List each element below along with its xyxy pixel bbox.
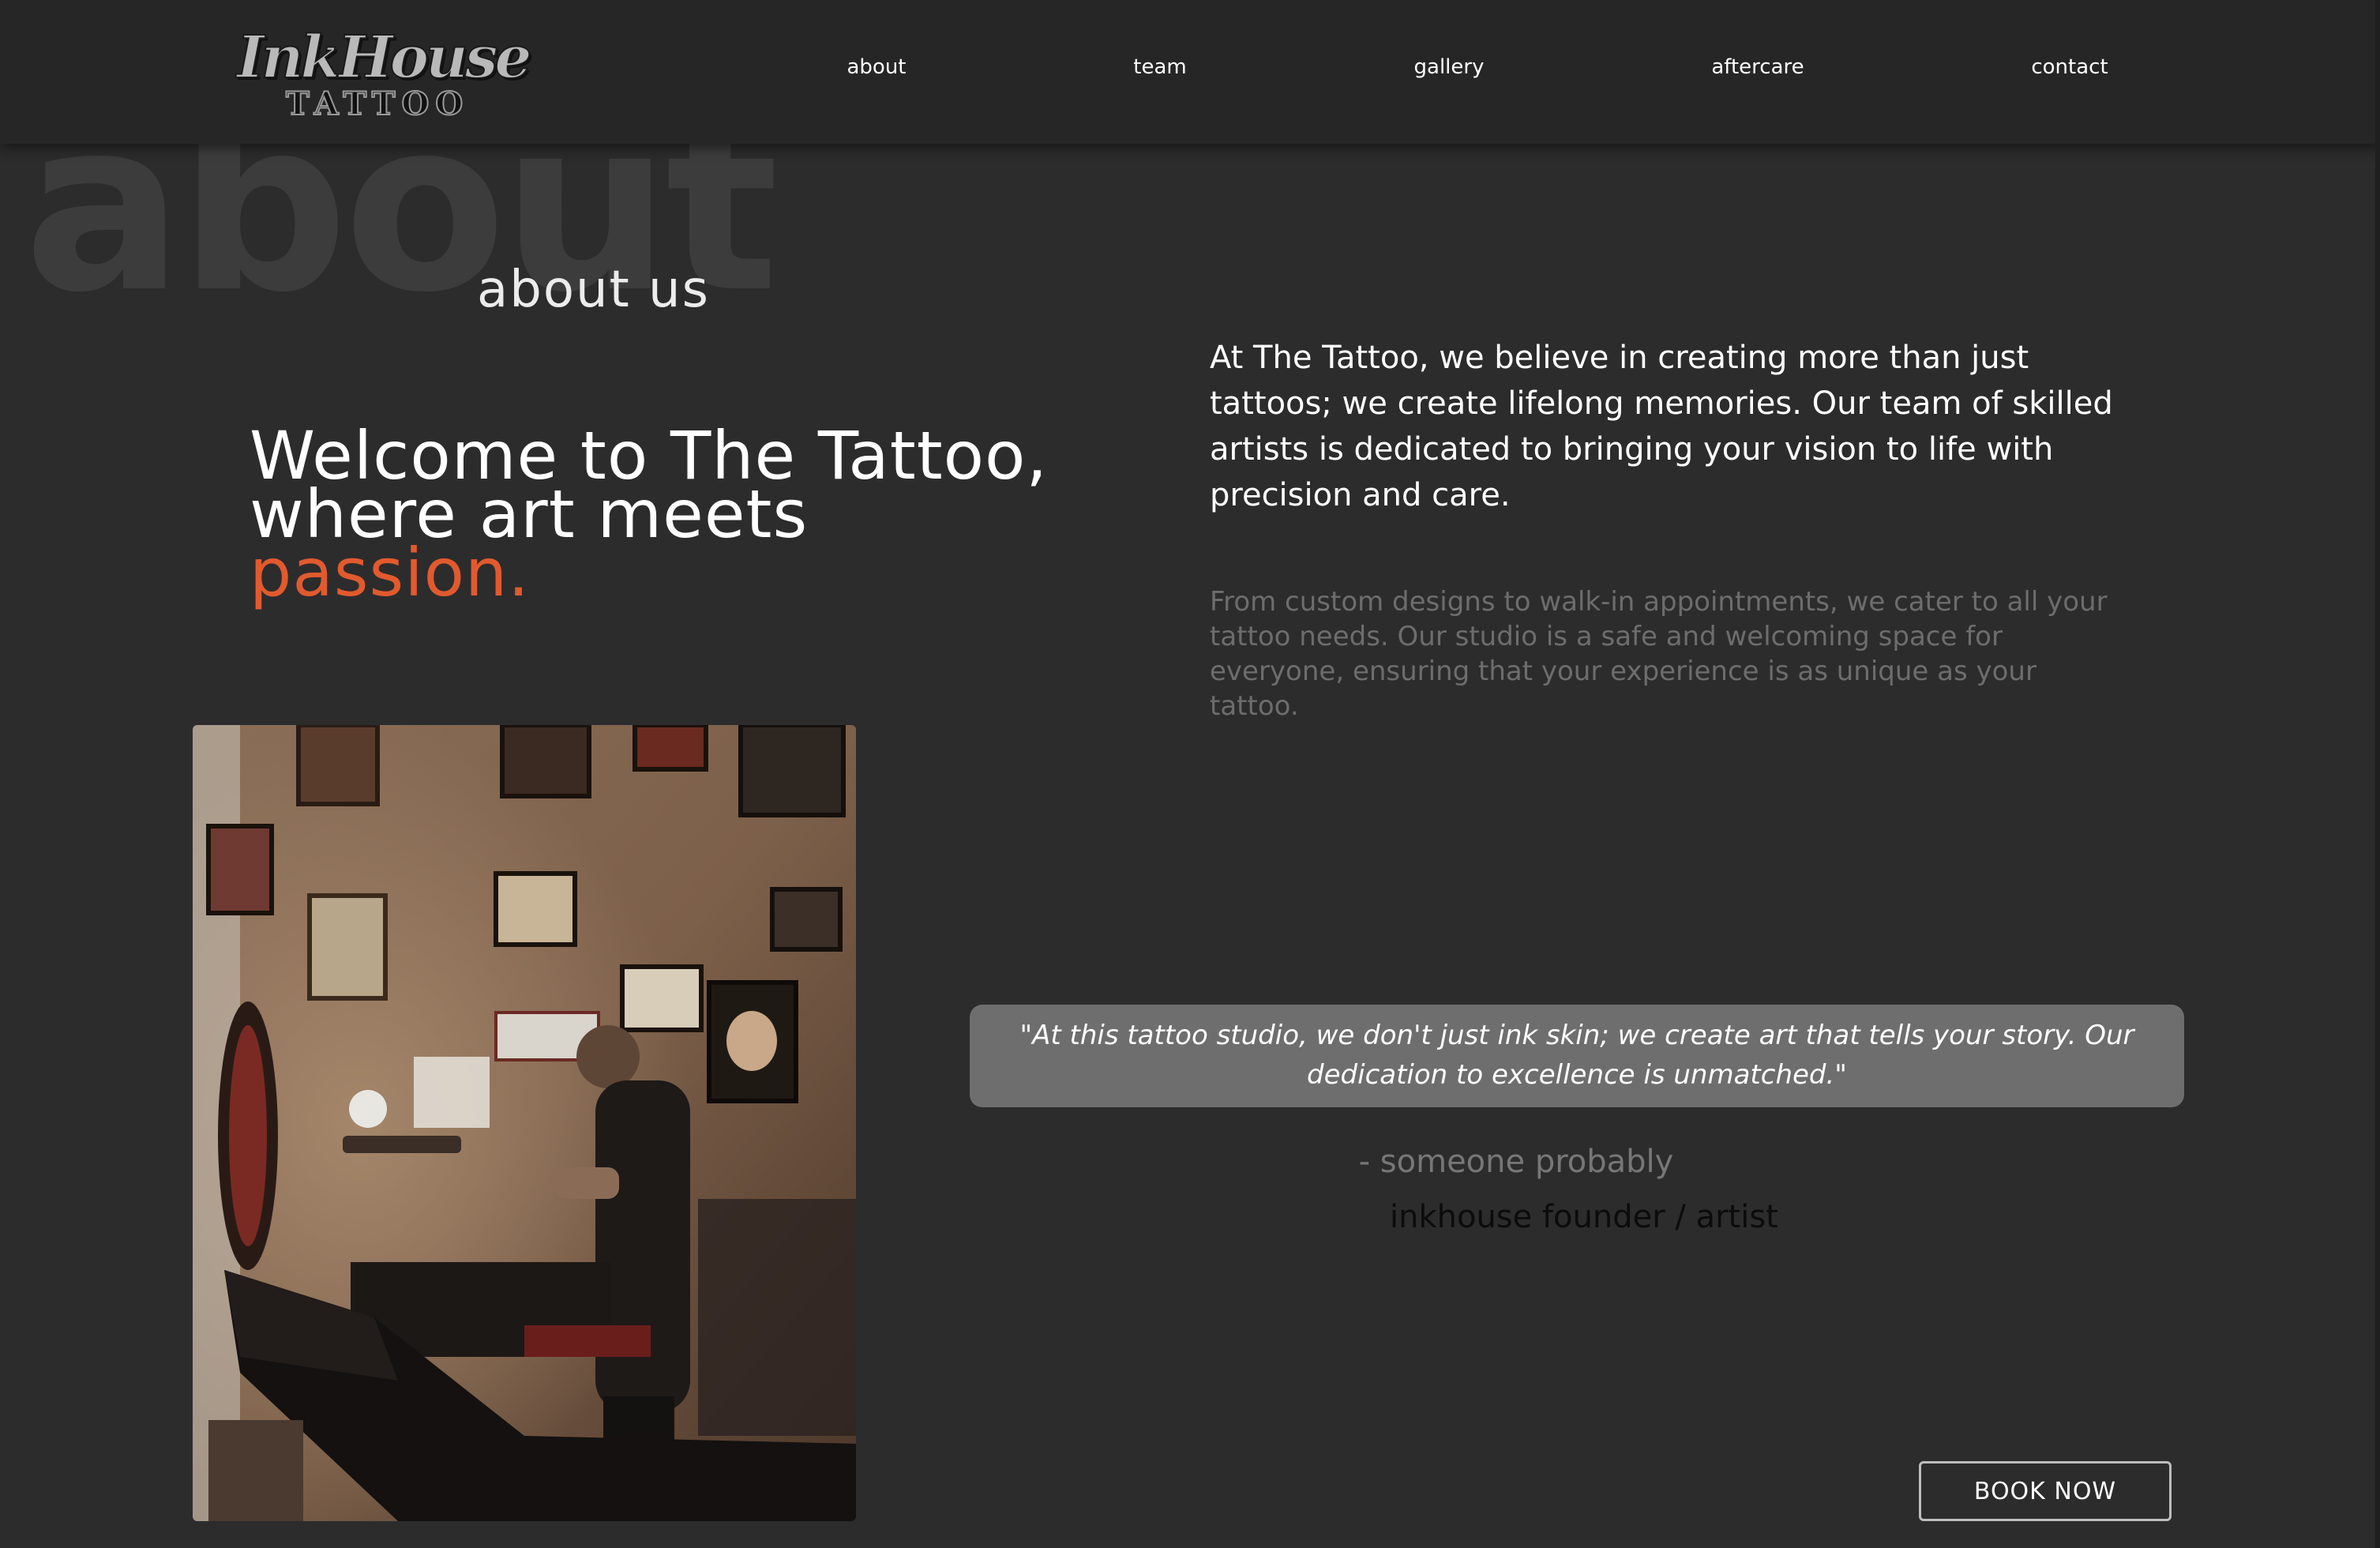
studio-photo-illustration bbox=[193, 725, 856, 1521]
intro-secondary-paragraph: From custom designs to walk-in appointme… bbox=[1210, 586, 2108, 722]
page: InkHouse TATTOO about team gallery after… bbox=[0, 0, 2380, 1548]
window-edge bbox=[2375, 0, 2380, 1548]
nav-contact-link[interactable]: contact bbox=[2031, 55, 2108, 79]
book-now-button[interactable]: BOOK NOW bbox=[1919, 1461, 2172, 1521]
testimonial-author: - someone probably bbox=[1358, 1144, 1674, 1180]
logo-tattoo-text: TATTOO bbox=[285, 85, 470, 123]
site-header: InkHouse TATTOO about team gallery after… bbox=[0, 0, 2380, 144]
section-title: about us bbox=[477, 261, 710, 319]
intro-paragraph: At The Tattoo, we believe in creating mo… bbox=[1210, 340, 2113, 513]
nav-team-link[interactable]: team bbox=[1133, 55, 1186, 79]
studio-photo bbox=[193, 725, 856, 1521]
testimonial-quote: "At this tattoo studio, we don't just in… bbox=[970, 1005, 2184, 1107]
nav-aftercare-link[interactable]: aftercare bbox=[1711, 55, 1804, 79]
nav-gallery-link[interactable]: gallery bbox=[1414, 55, 1485, 79]
testimonial-role: inkhouse founder / artist bbox=[1390, 1199, 1778, 1235]
welcome-heading: Welcome to The Tattoo, where art meets p… bbox=[250, 423, 1047, 606]
nav-about-link[interactable]: about bbox=[847, 55, 906, 79]
logo-script-text: InkHouse bbox=[236, 23, 533, 92]
inkhouse-logo[interactable]: InkHouse TATTOO bbox=[234, 22, 533, 123]
